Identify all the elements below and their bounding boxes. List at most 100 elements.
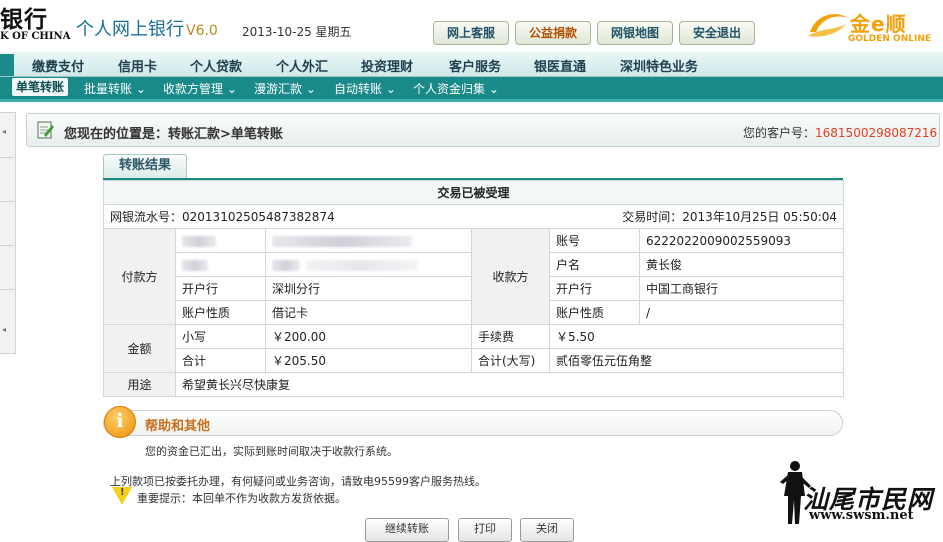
payer-heading: 付款方 (103, 228, 176, 325)
total-capital-label: 合计(大写) (471, 348, 550, 373)
payer-name-label-redacted (175, 252, 266, 277)
payer-type-label: 账户性质 (175, 300, 266, 325)
payer-type: 借记卡 (265, 300, 472, 325)
amount-small-label: 小写 (175, 324, 266, 349)
subnav-batch-transfer[interactable]: 批量转账 ⌄ (84, 80, 146, 97)
customer-number-value: 1681500298087216 (815, 126, 938, 140)
payee-name: 黄长俊 (638, 252, 845, 277)
panel-divider (0, 201, 14, 202)
online-service-button[interactable]: 网上客服 (433, 21, 509, 45)
subnav-roaming-remittance[interactable]: 漫游汇款 ⌄ (254, 80, 316, 97)
table-row: 合计 ￥205.50 合计(大写) 贰佰零伍元伍角整 (104, 348, 845, 373)
bank-logo-english: K OF CHINA (0, 31, 71, 42)
payer-bank: 深圳分行 (265, 276, 472, 301)
nav-forex[interactable]: 个人外汇 (276, 56, 328, 75)
payee-type: / (638, 300, 845, 325)
warning-mark: ! (120, 487, 125, 498)
service-hotline-note: 上列款项已按委托办理，有何疑问或业务咨询，请致电95599客户服务热线。 (110, 475, 486, 488)
subnav-divider (0, 99, 943, 102)
info-icon: i (104, 406, 136, 438)
fee-label: 手续费 (471, 324, 550, 349)
amount-small: ￥200.00 (265, 324, 472, 349)
payer-account-redacted (265, 228, 472, 253)
nav-personal-loan[interactable]: 个人贷款 (190, 56, 242, 75)
subnav-fund-collection[interactable]: 个人资金归集 ⌄ (413, 80, 499, 97)
golden-online-logo: 金e顺 GOLDEN ONLINE (806, 6, 936, 46)
nav-payment[interactable]: 缴费支付 (32, 56, 84, 75)
golden-logo-en: GOLDEN ONLINE (848, 34, 932, 44)
branch-map-button[interactable]: 网银地图 (597, 21, 673, 45)
panel-divider (0, 157, 14, 158)
continue-transfer-button[interactable]: 继续转账 (365, 518, 449, 542)
system-title: 个人网上银行 (76, 19, 184, 40)
table-row: 付款方 收款方 账号 6222022009002559093 (103, 228, 845, 325)
purpose-label: 用途 (103, 372, 176, 397)
panel-divider (0, 289, 14, 290)
table-row: 交易已被受理 (102, 180, 845, 205)
close-button[interactable]: 关闭 (520, 518, 574, 542)
customer-number-label: 您的客户号： (743, 126, 816, 140)
time-value: 2013年10月25日 05:50:04 (682, 210, 838, 224)
golden-logo-cn: 金e顺 (850, 12, 907, 36)
collapse-arrow-icon[interactable]: ◂ (2, 325, 6, 334)
transaction-time: 交易时间：2013年10月25日 05:50:04 (471, 204, 845, 229)
main-nav: 缴费支付 信用卡 个人贷款 个人外汇 投资理财 客户服务 银医直通 深圳特色业务 (0, 52, 943, 77)
print-button[interactable]: 打印 (458, 518, 512, 542)
table-row: 网银流水号：02013102505487382874 交易时间：2013年10月… (103, 204, 845, 229)
serial-label: 网银流水号： (110, 210, 183, 224)
active-nav-tab[interactable] (0, 54, 14, 76)
logout-button[interactable]: 安全退出 (679, 21, 755, 45)
payee-heading: 收款方 (471, 228, 550, 325)
payer-account-label-redacted (175, 228, 266, 253)
panel-divider (0, 245, 14, 246)
serial-value: 02013102505487382874 (182, 210, 335, 224)
nav-customer-service[interactable]: 客户服务 (449, 56, 501, 75)
transaction-status: 交易已被受理 (102, 180, 845, 205)
help-text: 您的资金已汇出，实际到账时间取决于收款行系统。 (145, 445, 398, 458)
subnav-single-transfer[interactable]: 单笔转账 (12, 78, 69, 96)
total-label: 合计 (175, 348, 266, 373)
total-value: ￥205.50 (265, 348, 472, 373)
payer-name-redacted (265, 252, 472, 277)
charity-donation-button[interactable]: 公益捐款 (515, 21, 591, 45)
location-bar: 您现在的位置是：转账汇款>单笔转账 您的客户号：1681500298087216 (26, 113, 940, 147)
breadcrumb: 您现在的位置是：转账汇款>单笔转账 (64, 127, 283, 142)
document-edit-icon (37, 121, 54, 139)
nav-credit-card[interactable]: 信用卡 (118, 56, 157, 75)
current-date: 2013-10-25 星期五 (242, 25, 352, 39)
serial-number: 网银流水号：02013102505487382874 (103, 204, 472, 229)
payee-bank-label: 开户行 (549, 276, 640, 301)
subnav-payee-management[interactable]: 收款方管理 ⌄ (163, 80, 237, 97)
watermark-url: www.swsm.net (809, 508, 914, 523)
table-row: 金额 小写 ￥200.00 手续费 ￥5.50 (103, 324, 845, 373)
transfer-result-table: 交易已被受理 网银流水号：02013102505487382874 交易时间：2… (102, 180, 845, 397)
payee-account-label: 账号 (549, 228, 640, 253)
amount-heading: 金额 (103, 324, 176, 373)
table-row: 用途 希望黄长兴尽快康复 (103, 372, 845, 397)
total-capital-value: 贰佰零伍元伍角整 (548, 348, 845, 373)
nav-shenzhen[interactable]: 深圳特色业务 (620, 56, 698, 75)
nav-hospital[interactable]: 银医直通 (534, 56, 586, 75)
sub-nav: 单笔转账 批量转账 ⌄ 收款方管理 ⌄ 漫游汇款 ⌄ 自动转账 ⌄ 个人资金归集… (0, 77, 943, 102)
time-label: 交易时间： (622, 210, 683, 224)
bank-logo-text: 银行 (0, 7, 48, 33)
payee-type-label: 账户性质 (549, 300, 640, 325)
purpose-value: 希望黄长兴尽快康复 (174, 372, 845, 397)
golden-swirl-icon (808, 14, 848, 37)
customer-number: 您的客户号：1681500298087216 (743, 124, 937, 141)
fee-value: ￥5.50 (548, 324, 845, 349)
payee-bank: 中国工商银行 (638, 276, 845, 301)
payee-account: 6222022009002559093 (638, 228, 845, 253)
expand-arrow-icon[interactable]: ◂ (2, 127, 6, 136)
nav-investment[interactable]: 投资理财 (361, 56, 413, 75)
help-section-bar (103, 410, 843, 436)
payee-name-label: 户名 (549, 252, 640, 277)
tab-transfer-result[interactable]: 转账结果 (103, 154, 187, 179)
subnav-auto-transfer[interactable]: 自动转账 ⌄ (334, 80, 396, 97)
help-title: 帮助和其他 (145, 419, 211, 434)
left-side-panel[interactable]: ◂ ◂ (0, 112, 16, 354)
system-name: 个人网上银行 V6.0 (76, 15, 218, 41)
payer-bank-label: 开户行 (175, 276, 266, 301)
system-version: V6.0 (186, 23, 218, 39)
header: 银行 K OF CHINA 个人网上银行 V6.0 2013-10-25 星期五 … (0, 0, 943, 52)
